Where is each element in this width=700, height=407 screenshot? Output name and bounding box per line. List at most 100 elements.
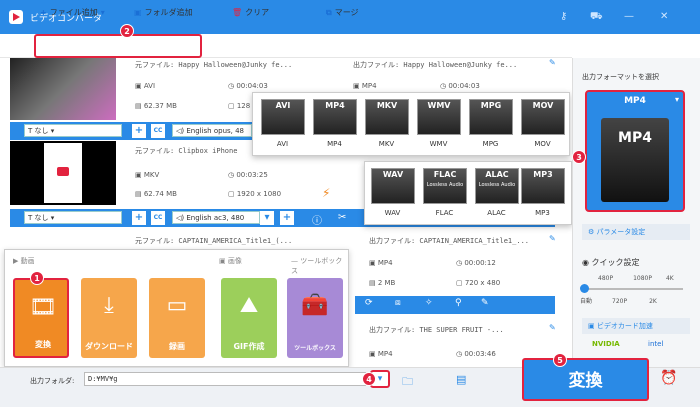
screen-record-icon: ▭: [166, 293, 188, 318]
add-highlight-frame: [34, 34, 202, 58]
format-mp4[interactable]: MP4 MP4: [307, 97, 362, 149]
info-icon[interactable]: ⓘ: [312, 212, 322, 227]
open-folder-icon[interactable]: 🗀: [402, 373, 413, 392]
step-badge-1: 1: [30, 271, 44, 285]
download-icon: ⤓: [104, 293, 114, 318]
output-list-icon[interactable]: ▤: [456, 373, 466, 386]
image-icon: ⛰: [239, 293, 259, 318]
effect-icon[interactable]: ✧: [425, 298, 433, 308]
select-format-label: 出力フォーマットを選択: [582, 73, 659, 81]
source-duration: ◷ 00:03:25: [228, 171, 268, 179]
source-resolution: ▢ 128: [228, 102, 251, 110]
key-icon[interactable]: ⚷: [560, 11, 567, 22]
audio-select[interactable]: ◁) English opus, 48: [172, 124, 252, 137]
download-card[interactable]: ⤓ ダウンロード: [81, 278, 137, 358]
step-badge-3: 3: [572, 150, 586, 164]
add-subtitle-button[interactable]: +: [132, 211, 146, 225]
output-folder-input[interactable]: D:¥MV¥g: [84, 372, 366, 386]
format-avi[interactable]: AVI AVI: [255, 97, 310, 149]
watermark-icon[interactable]: ⚲: [455, 298, 462, 308]
minimize-icon[interactable]: —: [624, 11, 634, 22]
toolbox-card[interactable]: 🧰 ツールボックス: [287, 278, 343, 358]
gpu-accel-toggle[interactable]: ▣ ビデオカード加速: [582, 318, 690, 334]
cart-icon[interactable]: ⛟: [590, 11, 603, 24]
trash-icon: 🗑: [232, 8, 243, 17]
convert-button[interactable]: 変換: [522, 358, 649, 401]
format-mov[interactable]: MOV MOV: [515, 97, 570, 149]
edit-pen-icon[interactable]: ✎: [481, 298, 489, 308]
output-size: ▤ 2 MB: [369, 279, 396, 287]
quick-settings-label: ◉ クイック設定: [582, 258, 640, 267]
close-icon[interactable]: ✕: [660, 11, 668, 22]
cc-icon[interactable]: CC: [151, 211, 165, 225]
add-audio-button[interactable]: +: [280, 211, 294, 225]
audio-dropdown-icon[interactable]: ▾: [260, 211, 274, 225]
folder-icon: ▣: [134, 8, 142, 17]
plus-icon: +: [40, 8, 47, 17]
format-wav[interactable]: WAV WAV: [365, 166, 420, 218]
edit-icon[interactable]: ✎: [549, 323, 556, 332]
selected-format-tile[interactable]: MP4 ▾ MP4: [585, 90, 685, 212]
quality-bottom-labels: 自動 720P 2K: [580, 298, 657, 305]
quality-top-labels: 480P 1080P 4K: [598, 275, 674, 282]
intel-logo: intel: [648, 340, 664, 348]
audio-select[interactable]: ◁) English ac3, 480: [172, 211, 260, 224]
add-subtitle-button[interactable]: +: [132, 124, 146, 138]
record-card[interactable]: ▭ 録画: [149, 278, 205, 358]
output-format: ▣ MP4: [353, 82, 377, 90]
lightning-icon[interactable]: ⚡: [322, 186, 330, 200]
output-filename: 出力ファイル: THE SUPER FRUIT -...: [369, 326, 504, 334]
output-folder-label: 出力フォルダ:: [30, 377, 75, 385]
output-resolution: ▢ 720 x 480: [456, 279, 501, 287]
format-flac[interactable]: FLAC Lossless Audio FLAC: [417, 166, 472, 218]
output-duration: ◷ 00:03:46: [456, 350, 496, 358]
film-icon: 🎞: [29, 295, 57, 320]
output-format: ▣ MP4: [369, 350, 393, 358]
tool-panel: ▶ 動画 ▣ 画像 — ツールボックス 🎞 変換 ⤓ ダウンロード ▭ 録画 ⛰…: [4, 249, 349, 367]
source-resolution: ▢ 1920 x 1080: [228, 190, 282, 198]
merge-label: マージ: [334, 8, 359, 17]
format-wmv[interactable]: WMV WMV: [411, 97, 466, 149]
file-thumbnail[interactable]: [10, 141, 116, 205]
selected-format-label: MP4: [624, 96, 646, 106]
clear-button[interactable]: 🗑 クリア: [232, 7, 269, 18]
source-filename: 元ファイル: Happy Halloween@Junky fe...: [135, 61, 293, 69]
crop-icon[interactable]: ⧈: [395, 298, 401, 308]
add-folder-button[interactable]: ▣ フォルダ追加: [134, 7, 193, 18]
source-filename: 元ファイル: Clipbox iPhone: [135, 147, 238, 155]
param-settings-button[interactable]: ⚙ パラメータ設定: [582, 224, 690, 240]
nvidia-logo: NVIDIA: [592, 340, 620, 348]
cc-icon[interactable]: CC: [151, 124, 165, 138]
edit-icon[interactable]: ✎: [549, 234, 556, 243]
toolbox-icon: 🧰: [301, 293, 329, 318]
step-badge-5: 5: [553, 353, 567, 367]
add-file-button[interactable]: + ファイル追加 ▾: [40, 7, 105, 18]
source-format: ▣ AVI: [135, 82, 156, 90]
format-mp3[interactable]: MP3 MP3: [515, 166, 570, 218]
mp4-file-icon: MP4: [601, 118, 669, 202]
source-format: ▣ MKV: [135, 171, 160, 179]
subtitle-select[interactable]: T なし ▾: [24, 124, 122, 137]
step-badge-4: 4: [362, 372, 376, 386]
audio-format-popup: WAV WAV FLAC Lossless Audio FLAC ALAC Lossle…: [364, 161, 572, 225]
gif-card[interactable]: ⛰ GIF作成: [221, 278, 277, 358]
scissors-icon[interactable]: ✂: [338, 212, 346, 223]
add-folder-label: フォルダ追加: [144, 8, 193, 17]
convert-card[interactable]: 🎞 変換: [13, 278, 69, 358]
format-mpg[interactable]: MPG MPG: [463, 97, 518, 149]
alarm-clock-icon[interactable]: ⏰: [660, 370, 677, 386]
edit-icon[interactable]: ✎: [549, 58, 556, 67]
add-file-label: ファイル追加: [49, 8, 98, 17]
file-thumbnail[interactable]: [10, 58, 116, 120]
subtitle-select[interactable]: T なし ▾: [24, 211, 122, 224]
source-size: ▤ 62.74 MB: [135, 190, 177, 198]
section-toolbox-label: — ツールボックス: [291, 257, 343, 275]
format-mkv[interactable]: MKV MKV: [359, 97, 414, 149]
merge-icon: ⧉: [326, 7, 332, 17]
chevron-down-icon[interactable]: ▾: [101, 8, 105, 17]
merge-button[interactable]: ⧉ マージ: [326, 7, 359, 18]
rotate-icon[interactable]: ⟳: [365, 298, 373, 308]
quality-slider-handle[interactable]: [580, 284, 589, 293]
step-badge-2: 2: [120, 24, 134, 38]
quality-slider[interactable]: [583, 288, 683, 290]
